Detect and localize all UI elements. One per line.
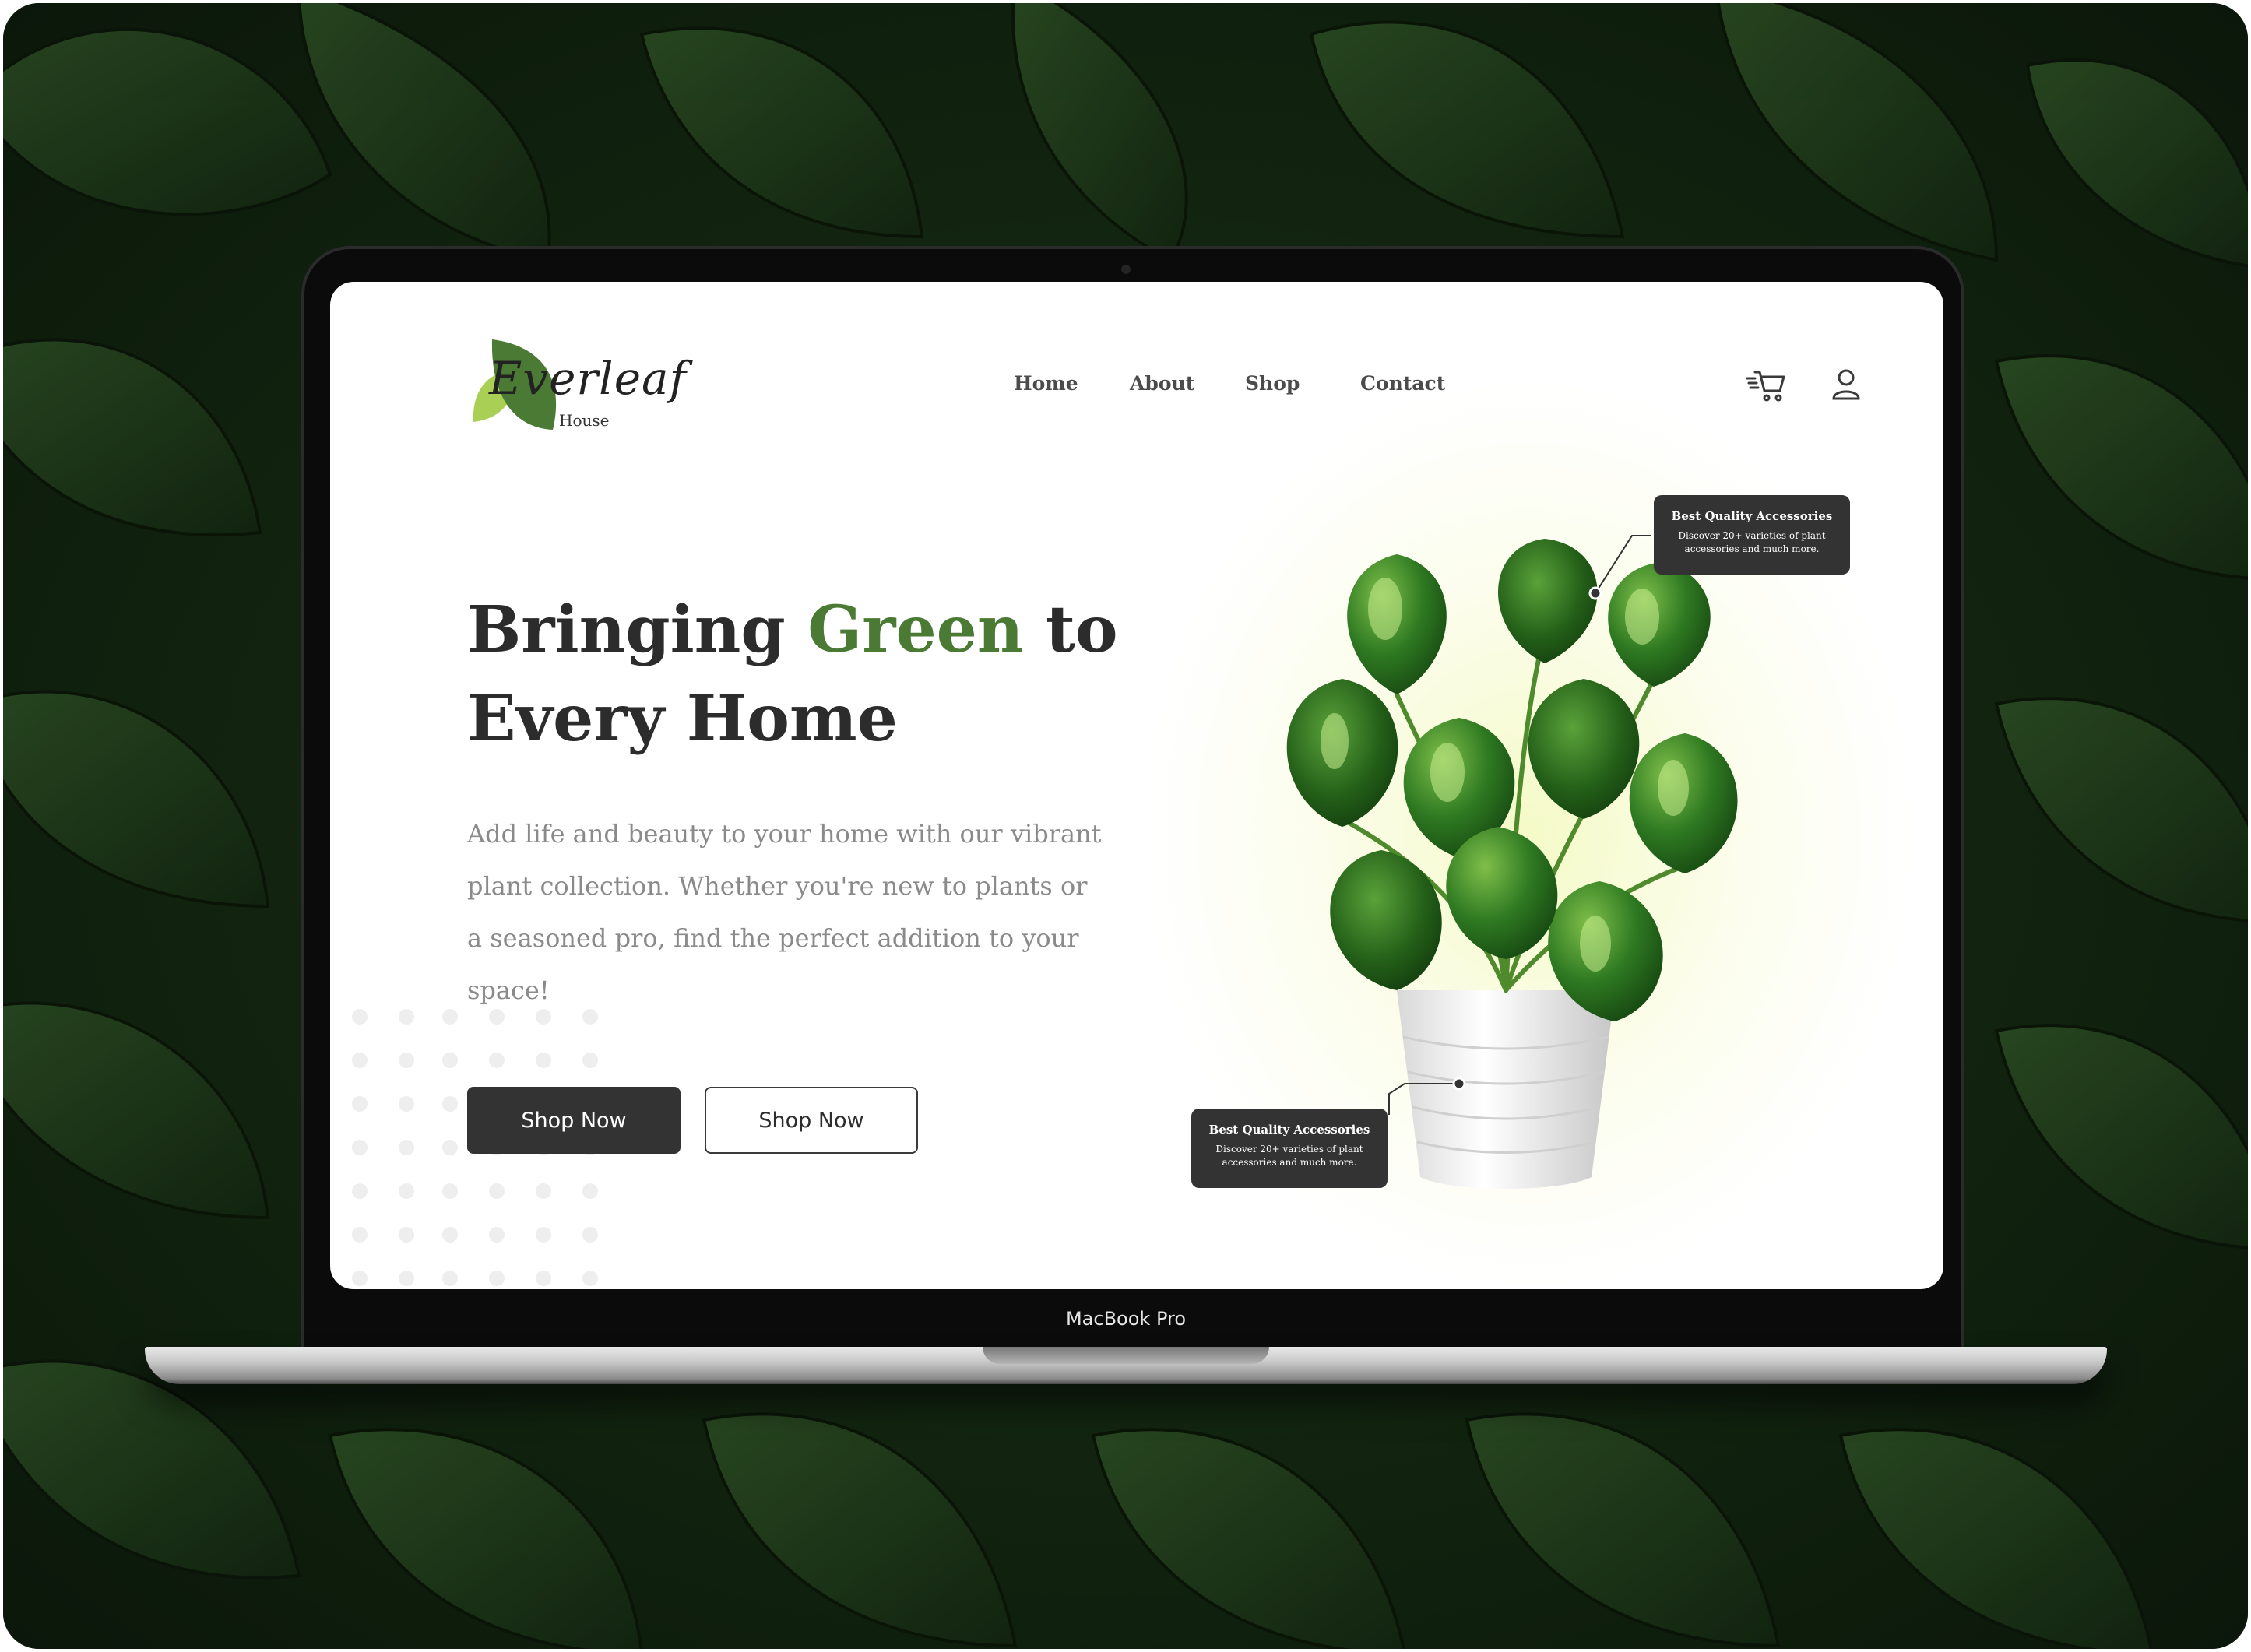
nav-home[interactable]: Home — [1014, 372, 1078, 395]
device-label: MacBook Pro — [1065, 1308, 1187, 1330]
cart-icon[interactable] — [1746, 364, 1788, 406]
hero-title-accent: Green — [807, 592, 1024, 667]
callout-top: Best Quality Accessories Discover 20+ va… — [1654, 495, 1850, 575]
plant-image — [1286, 539, 1738, 1189]
camera-dot — [1121, 265, 1131, 274]
website-screen: Everleaf House Home About Shop Contact B… — [330, 282, 1943, 1289]
brand-wordmark: Everleaf — [489, 352, 688, 405]
nav-about[interactable]: About — [1130, 372, 1194, 395]
brand-subtitle: House — [559, 411, 610, 430]
shop-now-primary-button[interactable]: Shop Now — [467, 1087, 681, 1154]
hero-title-pre: Bringing — [467, 592, 808, 667]
callout-bottom-title: Best Quality Accessories — [1208, 1123, 1370, 1137]
callout-bottom-body: Discover 20+ varieties of plant accessor… — [1215, 1144, 1363, 1168]
user-icon[interactable] — [1825, 364, 1867, 406]
callout-top-title: Best Quality Accessories — [1671, 509, 1833, 523]
callout-bottom: Best Quality Accessories Discover 20+ va… — [1191, 1109, 1388, 1188]
callout-top-body: Discover 20+ varieties of plant accessor… — [1678, 530, 1826, 554]
laptop-notch — [983, 1347, 1269, 1364]
hero-description: Add life and beauty to your home with ou… — [467, 819, 1102, 1005]
nav-contact[interactable]: Contact — [1360, 372, 1445, 395]
hero-title: Bringing Green to Every Home — [467, 585, 1168, 763]
shop-now-secondary-button[interactable]: Shop Now — [705, 1087, 918, 1154]
nav-shop[interactable]: Shop — [1245, 372, 1300, 395]
brand-logo[interactable]: Everleaf House — [470, 338, 688, 439]
